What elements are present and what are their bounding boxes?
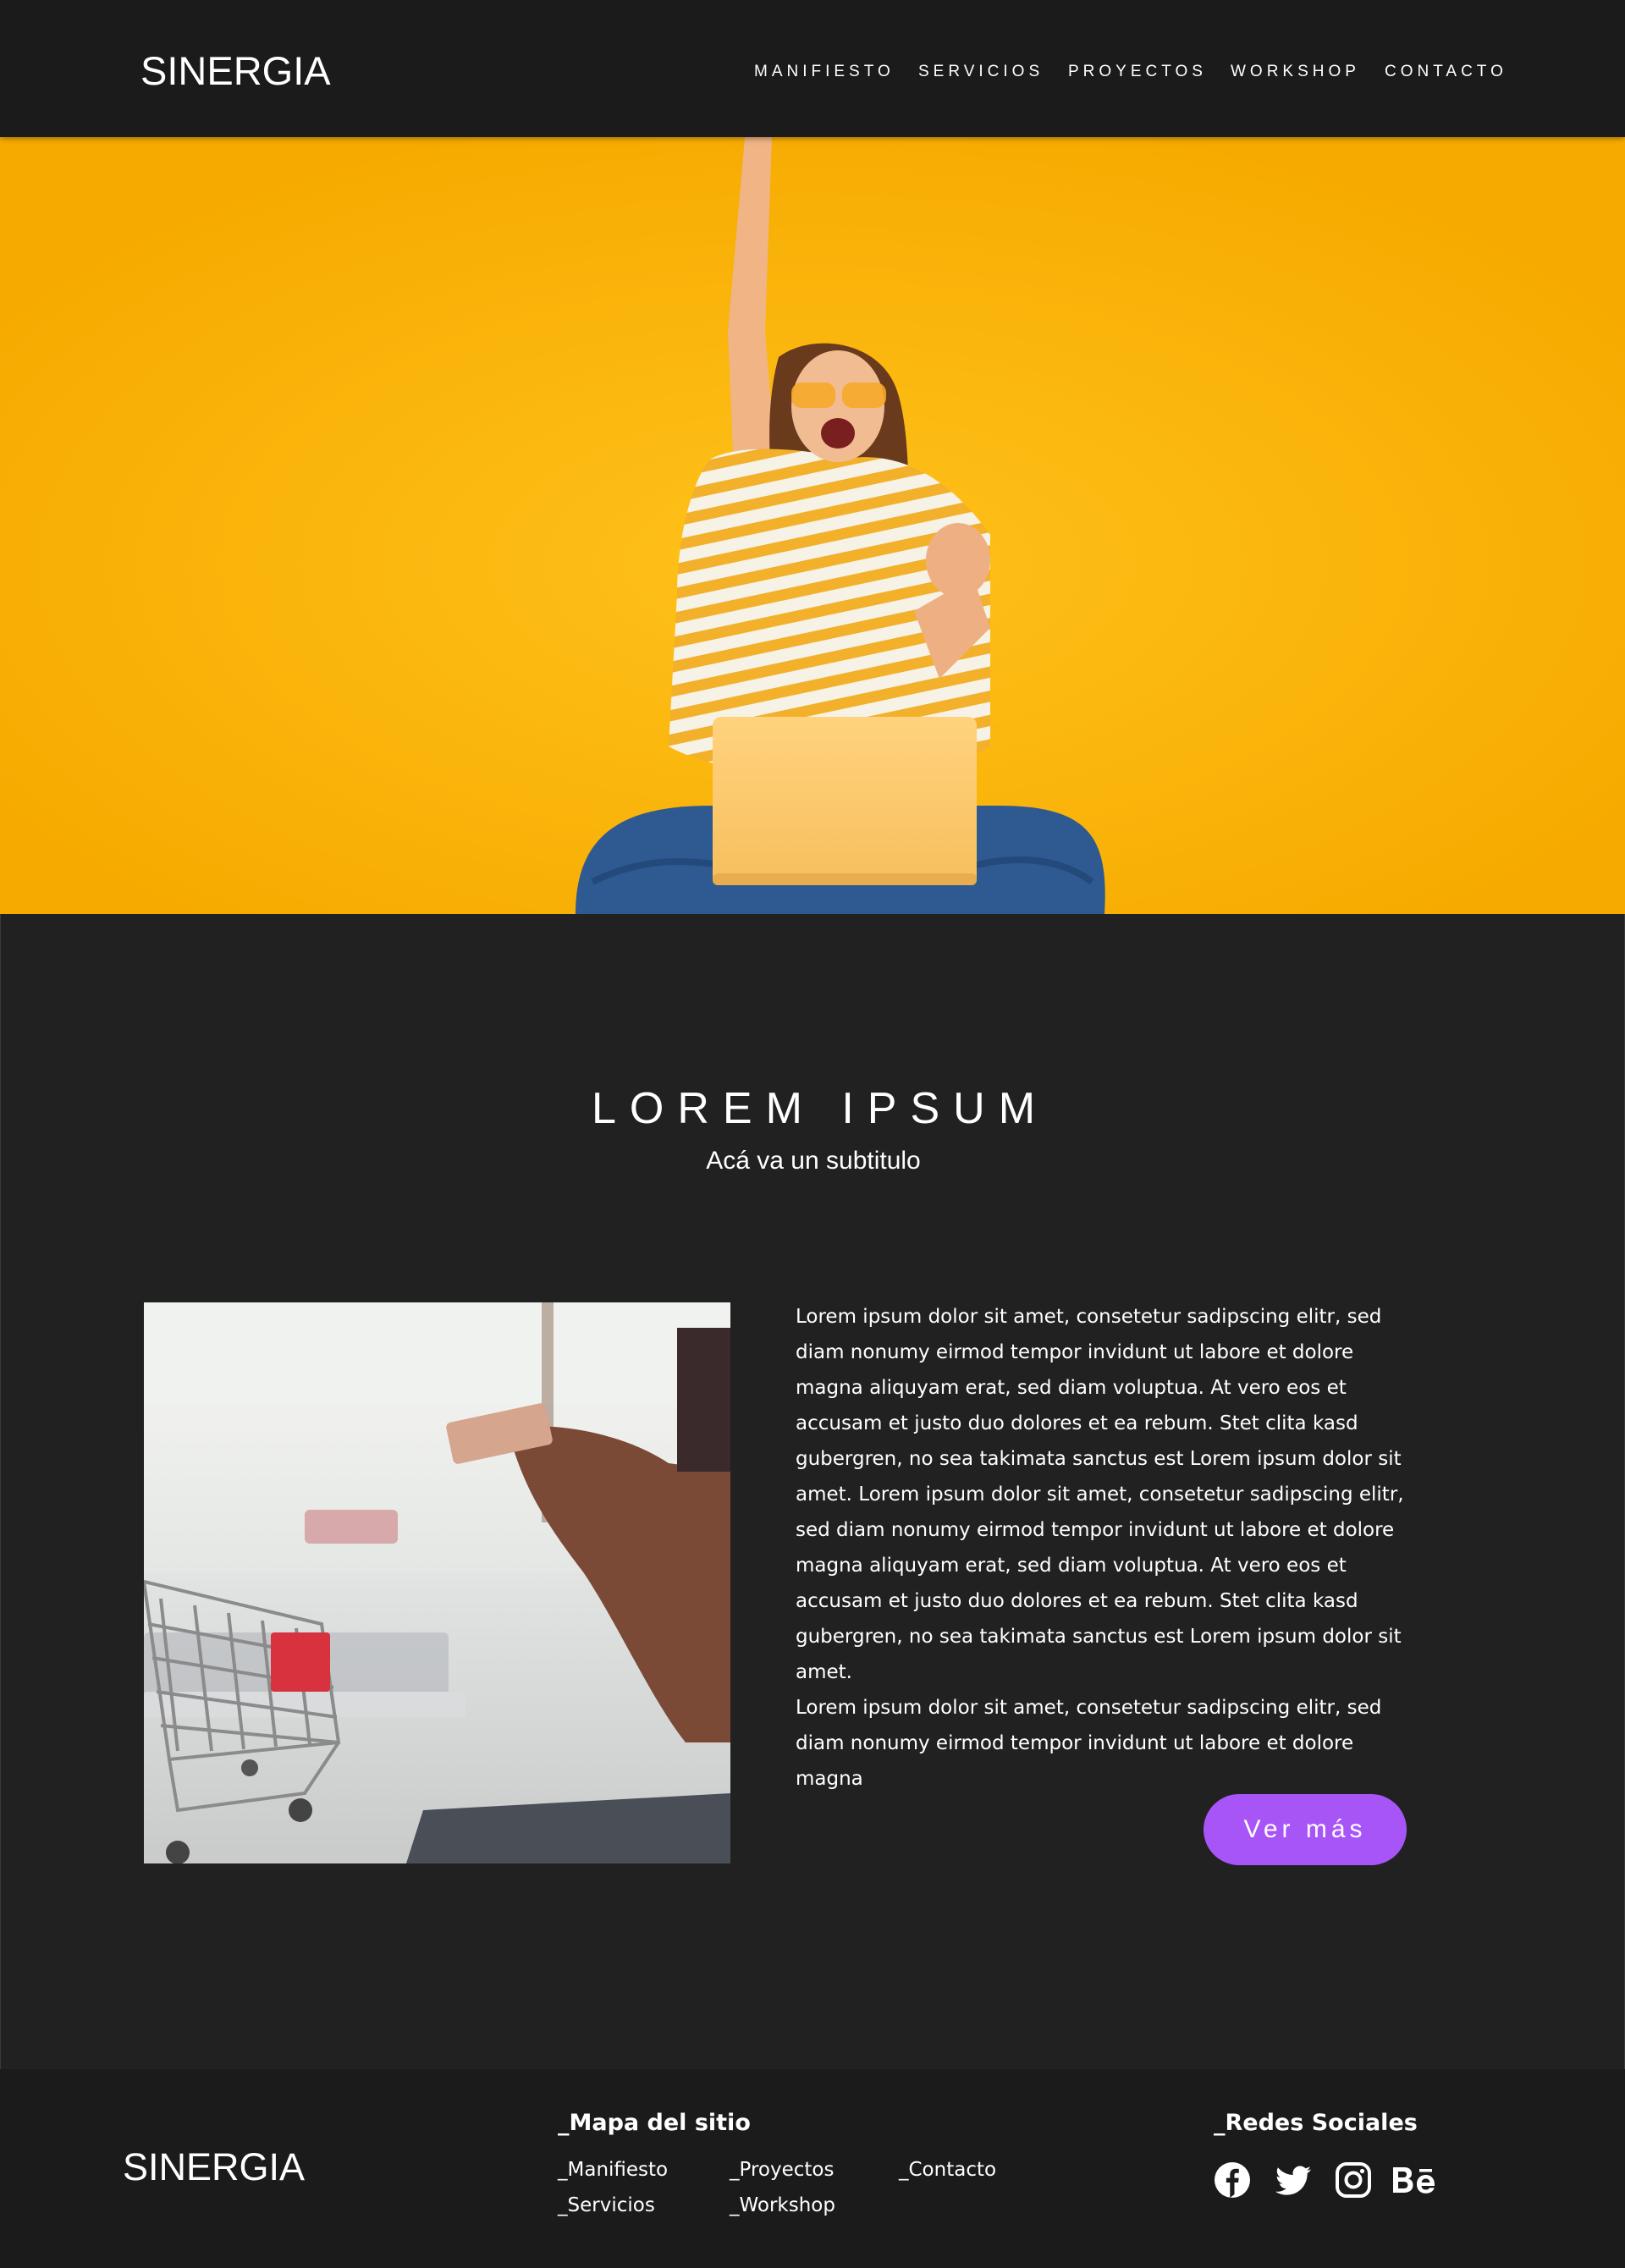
content-section: LOREM IPSUM Acá va un subtitulo Lorem ip… (0, 914, 1625, 2069)
footer-link-servicios[interactable]: _Servicios (558, 2194, 655, 2216)
footer-link-workshop[interactable]: _Workshop (730, 2194, 835, 2216)
hero-banner (0, 137, 1625, 914)
nav-link-proyectos[interactable]: PROYECTOS (1068, 63, 1207, 81)
nav-link-manifiesto[interactable]: MANIFIESTO (754, 63, 895, 81)
section-body: Lorem ipsum dolor sit amet, consetetur s… (796, 1299, 1405, 1797)
sitemap-heading: _Mapa del sitio (558, 2110, 751, 2136)
social-heading: _Redes Sociales (1214, 2110, 1418, 2136)
nav-link-servicios[interactable]: SERVICIOS (918, 63, 1044, 81)
section-paragraph: Lorem ipsum dolor sit amet, consetetur s… (796, 1697, 1382, 1790)
footer-logo[interactable]: SINERGIA (123, 2145, 305, 2189)
twitter-icon[interactable] (1274, 2161, 1313, 2199)
ver-mas-button[interactable]: Ver más (1204, 1794, 1407, 1865)
facebook-icon[interactable] (1213, 2161, 1252, 2199)
nav-link-workshop[interactable]: WORKSHOP (1231, 63, 1360, 81)
section-title: LOREM IPSUM (591, 1084, 1049, 1133)
footer-link-proyectos[interactable]: _Proyectos (730, 2159, 834, 2181)
section-paragraph: Lorem ipsum dolor sit amet, consetetur s… (796, 1306, 1404, 1683)
section-subtitle: Acá va un subtitulo (706, 1147, 921, 1175)
section-image (144, 1302, 730, 1863)
instagram-icon[interactable] (1334, 2161, 1373, 2199)
site-footer: SINERGIA _Mapa del sitio _Manifiesto _Se… (0, 2069, 1625, 2268)
main-nav: MANIFIESTO SERVICIOS PROYECTOS WORKSHOP … (0, 63, 1625, 83)
shopping-cart-photo (144, 1302, 730, 1863)
footer-link-contacto[interactable]: _Contacto (899, 2159, 996, 2181)
behance-icon[interactable] (1391, 2161, 1437, 2199)
nav-link-contacto[interactable]: CONTACTO (1385, 63, 1507, 81)
hero-image (0, 137, 1625, 914)
footer-link-manifiesto[interactable]: _Manifiesto (558, 2159, 668, 2181)
site-header: SINERGIA MANIFIESTO SERVICIOS PROYECTOS … (0, 0, 1625, 137)
